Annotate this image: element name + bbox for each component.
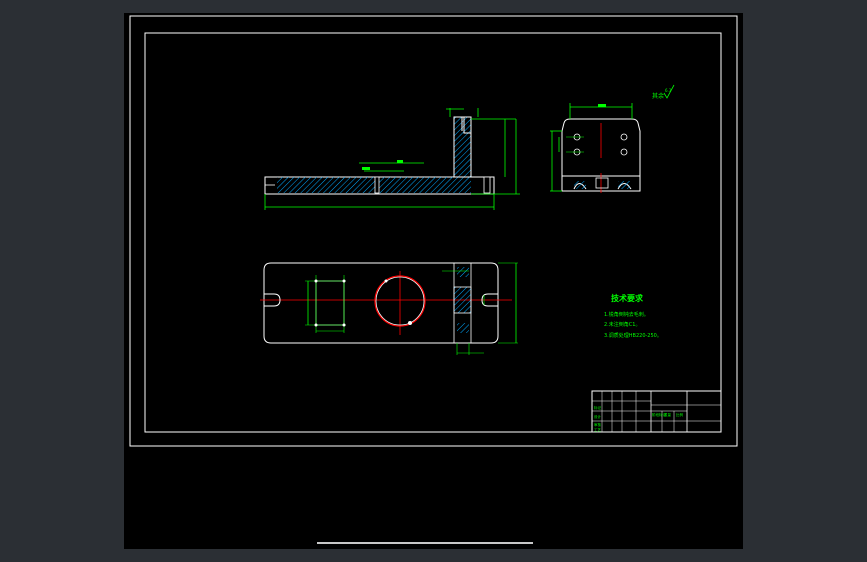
cad-viewer: 其余 6.3 技术要求 1.锐角倒钝去毛刺。 2.未注倒角C1。 3.调质处理H… (0, 0, 867, 562)
side-view (550, 103, 641, 193)
horizontal-scrollbar[interactable] (317, 542, 533, 544)
drawing-canvas: 其余 6.3 技术要求 1.锐角倒钝去毛刺。 2.未注倒角C1。 3.调质处理H… (129, 15, 738, 447)
tb-weight: 重量 (664, 412, 672, 417)
top-view (260, 262, 518, 355)
note-1: 1.锐角倒钝去毛刺。 (604, 311, 649, 318)
title-block: 标记 设计 审核 工艺 阶段标记 重量 比例 (591, 390, 722, 433)
note-3: 3.调质处理HB220-250。 (604, 332, 662, 339)
roughness-label: 其余 (652, 92, 664, 100)
notes-title: 技术要求 (611, 293, 644, 303)
drawing-sheet[interactable]: 其余 6.3 技术要求 1.锐角倒钝去毛刺。 2.未注倒角C1。 3.调质处理H… (124, 13, 743, 549)
tb-row-design: 设计 (594, 414, 602, 419)
tb-row-mark: 标记 (594, 405, 602, 410)
pocket (315, 280, 345, 326)
tb-row-review: 审核 (594, 422, 602, 427)
technical-notes: 技术要求 1.锐角倒钝去毛刺。 2.未注倒角C1。 3.调质处理HB220-25… (604, 293, 662, 339)
roughness-value: 6.3 (665, 88, 672, 93)
drawing-frame (144, 32, 722, 433)
front-view (264, 108, 520, 210)
sheet-border (129, 15, 738, 447)
front-base-hatch (277, 177, 471, 193)
note-2: 2.未注倒角C1。 (604, 321, 640, 328)
tb-row-process: 工艺 (594, 427, 602, 432)
tb-scale: 比例 (676, 412, 684, 417)
